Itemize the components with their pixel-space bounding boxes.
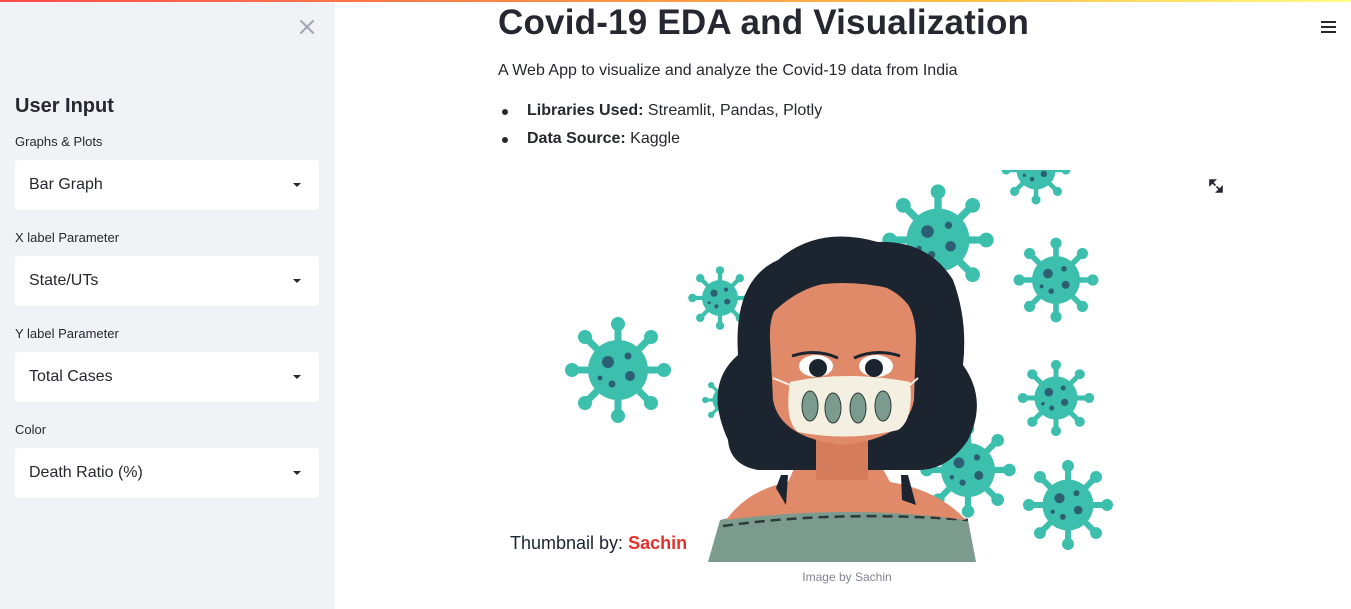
list-item: Libraries Used: Streamlit, Pandas, Plotl…	[498, 102, 822, 130]
thumbnail-credit-prefix: Thumbnail by:	[510, 533, 628, 553]
x-label-parameter-label: X label Parameter	[15, 230, 120, 245]
libraries-key: Libraries Used:	[527, 102, 644, 119]
sidebar-title: User Input	[15, 95, 114, 117]
select-value: State/UTs	[29, 272, 99, 289]
color-select[interactable]: Death Ratio (%)	[15, 448, 319, 498]
svg-text:Thumbnail by: Sachin: Thumbnail by: Sachin	[510, 533, 687, 553]
chevron-down-icon	[293, 471, 301, 475]
hamburger-menu-icon[interactable]	[1321, 20, 1336, 34]
graphs-plots-select[interactable]: Bar Graph	[15, 160, 319, 210]
thumbnail-credit-author: Sachin	[628, 533, 687, 553]
page-title: Covid-19 EDA and Visualization	[498, 3, 1030, 42]
y-label-parameter-select[interactable]: Total Cases	[15, 352, 319, 402]
bullet-icon	[502, 137, 508, 143]
fullscreen-icon[interactable]	[1207, 177, 1225, 195]
chevron-down-icon	[293, 375, 301, 379]
info-list: Libraries Used: Streamlit, Pandas, Plotl…	[498, 102, 822, 158]
thumbnail-illustration: Thumbnail by: Sachin	[510, 170, 1226, 562]
bullet-icon	[502, 109, 508, 115]
libraries-value: Streamlit, Pandas, Plotly	[643, 102, 823, 119]
chevron-down-icon	[293, 279, 301, 283]
list-item: Data Source: Kaggle	[498, 130, 822, 158]
select-value: Bar Graph	[29, 176, 103, 193]
image-caption: Image by Sachin	[802, 570, 892, 584]
chevron-down-icon	[293, 183, 301, 187]
select-value: Death Ratio (%)	[29, 464, 143, 481]
data-source-value: Kaggle	[625, 130, 680, 147]
close-icon[interactable]: ×	[296, 14, 318, 40]
sidebar: × User Input Graphs & Plots Bar Graph X …	[0, 0, 335, 609]
data-source-key: Data Source:	[527, 130, 626, 147]
y-label-parameter-label: Y label Parameter	[15, 326, 119, 341]
thumbnail-image: Thumbnail by: Sachin	[498, 170, 1226, 562]
select-value: Total Cases	[29, 368, 113, 385]
graphs-plots-label: Graphs & Plots	[15, 134, 103, 149]
page-subtitle: A Web App to visualize and analyze the C…	[498, 62, 958, 79]
x-label-parameter-select[interactable]: State/UTs	[15, 256, 319, 306]
color-label: Color	[15, 422, 47, 437]
top-decoration-bar	[0, 0, 1351, 2]
